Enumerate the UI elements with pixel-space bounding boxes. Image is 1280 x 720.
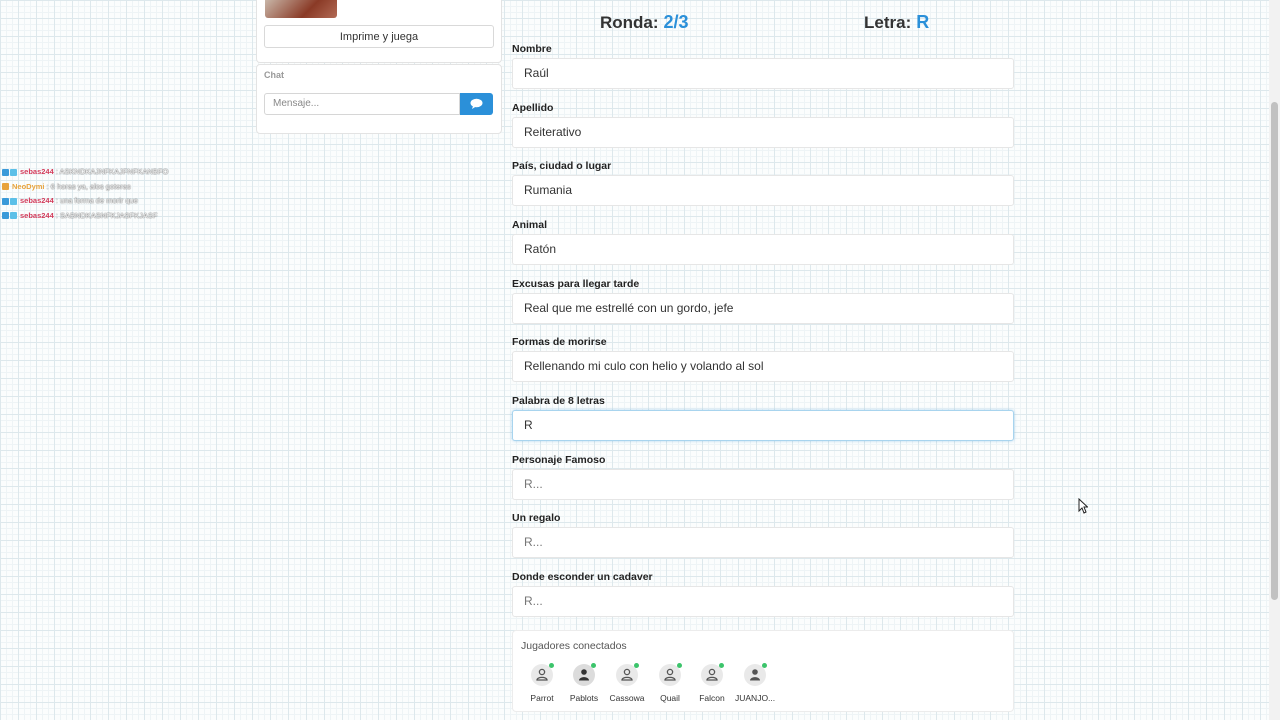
avatar [531,663,554,686]
field-input-pais[interactable]: Rumania [512,175,1014,206]
badge-icon [2,197,9,205]
user-badges [2,212,17,220]
field-input-excusas[interactable]: Real que me estrellé con un gordo, jefe [512,293,1014,324]
chat-message-input[interactable]: Mensaje... [264,93,460,115]
letter-label: Letra: [864,13,912,32]
badge-icon [2,183,9,191]
avatar [616,663,639,686]
printable-thumbnail[interactable] [265,0,337,18]
badge-icon [2,168,9,176]
print-and-play-button[interactable]: Imprime y juega [264,25,494,48]
badge-icon [10,212,17,220]
field-label-personaje-famoso: Personaje Famoso [512,454,606,466]
field-input-formas-de-morirse[interactable]: Rellenando mi culo con helio y volando a… [512,351,1014,382]
overlay-message: : SABNDKASNFKJASFKJASF [55,210,158,220]
letter-value: R [916,12,930,32]
player-item[interactable]: Pablots [564,663,604,703]
user-icon [750,669,760,681]
overlay-chat-line: NeoDymi : 6 horas ya, alos goteras [2,180,168,195]
field-input-animal[interactable]: Ratón [512,234,1014,265]
player-item[interactable]: Parrot [522,663,562,703]
user-badges [2,183,9,191]
overlay-chat-line: sebas244 : una forma de morir que [2,194,168,209]
player-name: Cassowa [609,693,645,703]
printable-card: Imprime y juega [256,0,502,63]
overlay-username: sebas244 [20,210,54,220]
overlay-chat-line: sebas244 : ASKNDKAJNFKAJFNFKANBFO [2,165,168,180]
player-item[interactable]: Cassowa [607,663,647,703]
overlay-chat-line: sebas244 : SABNDKASNFKJASFKJASF [2,209,168,224]
page-scrollbar[interactable] [1269,0,1280,720]
player-item[interactable]: JUANJO... [735,663,776,703]
round-header: Ronda: 2/3 Letra: R [512,0,1014,44]
player-name: Pablots [569,693,599,703]
player-name: JUANJO... [735,693,776,703]
field-label-apellido: Apellido [512,102,554,114]
online-status-dot [719,663,724,668]
field-label-palabra-8-letras: Palabra de 8 letras [512,395,605,407]
badge-icon [2,212,9,220]
avatar [659,663,682,686]
player-name: Parrot [530,693,554,703]
round-value: 2/3 [663,12,689,32]
badge-icon [10,197,17,205]
overlay-message: : una forma de morir que [55,196,138,205]
online-status-dot [634,663,639,668]
badge-icon [10,168,17,176]
field-input-palabra-8-letras[interactable]: R [512,410,1014,441]
field-label-donde-esconder: Donde esconder un cadaver [512,571,653,583]
online-status-dot [677,663,682,668]
scrollbar-thumb[interactable] [1271,102,1278,600]
field-label-pais: País, ciudad o lugar [512,160,612,172]
field-input-nombre[interactable]: Raúl [512,58,1014,89]
chat-panel: Chat Mensaje... [256,64,502,134]
player-name: Falcon [699,693,725,703]
field-input-un-regalo[interactable]: R... [512,527,1014,558]
connected-players-panel: Jugadores conectados Parrot Pablots Cass… [512,630,1014,712]
chat-send-button[interactable] [460,93,493,115]
player-item[interactable]: Falcon [692,663,732,703]
field-label-animal: Animal [512,219,548,231]
stream-chat-overlay: sebas244 : ASKNDKAJNFKAJFNFKANBFO NeoDym… [2,165,168,223]
avatar [701,663,724,686]
avatar [744,663,767,686]
user-icon [621,668,633,681]
user-icon [579,669,589,681]
field-input-donde-esconder[interactable]: R... [512,586,1014,617]
overlay-username: sebas244 [20,196,54,205]
round-label: Ronda: [600,13,659,32]
connected-players-title: Jugadores conectados [521,640,627,652]
field-label-excusas: Excusas para llegar tarde [512,278,640,290]
field-input-personaje-famoso[interactable]: R... [512,469,1014,500]
field-input-apellido[interactable]: Reiterativo [512,117,1014,148]
player-item[interactable]: Quail [650,663,690,703]
field-label-formas-de-morirse: Formas de morirse [512,336,607,348]
left-panel: Imprime y juega Chat Mensaje... [256,0,502,134]
online-status-dot [549,663,554,668]
overlay-username: NeoDymi [12,181,45,191]
overlay-message: : 6 horas ya, alos goteras [46,181,131,191]
avatar [573,663,596,686]
field-label-nombre: Nombre [512,43,552,55]
user-badges [2,168,17,176]
user-icon [664,668,676,681]
online-status-dot [591,663,596,668]
chat-title: Chat [264,70,284,80]
field-label-un-regalo: Un regalo [512,512,561,524]
overlay-message: : ASKNDKAJNFKAJFNFKANBFO [55,167,169,176]
letter-indicator: Letra: R [864,12,929,33]
speech-bubble-icon [470,98,483,109]
online-status-dot [762,663,767,668]
round-indicator: Ronda: 2/3 [600,12,689,33]
player-name: Quail [660,693,680,703]
user-badges [2,197,17,205]
overlay-username: sebas244 [20,167,54,176]
user-icon [706,668,718,681]
user-icon [536,668,548,681]
mouse-cursor-icon [1078,498,1088,514]
